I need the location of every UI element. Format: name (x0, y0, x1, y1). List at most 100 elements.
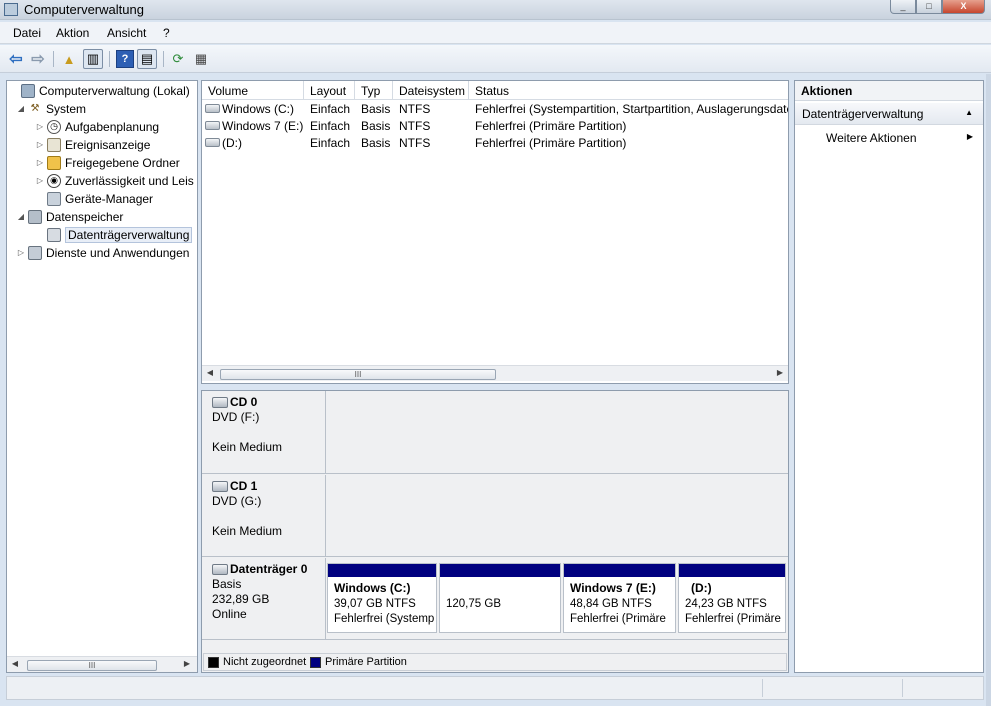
collapse-icon[interactable]: ◢ (16, 104, 26, 113)
tree-item-label: Zuverlässigkeit und Leis (65, 173, 194, 188)
disk-type: Basis (212, 577, 242, 591)
properties-icon[interactable]: ▦ (192, 50, 210, 68)
column-header-volume[interactable]: Volume (202, 81, 304, 100)
scroll-right-icon[interactable]: ▶ (774, 368, 786, 377)
hard-disk-icon (212, 564, 228, 575)
disk-row-cd0[interactable]: CD 0 DVD (F:) Kein Medium (202, 391, 788, 474)
computer-icon (21, 83, 35, 98)
cell-volume: Windows 7 (E:) (222, 119, 304, 133)
expand-icon[interactable]: ▷ (35, 158, 45, 167)
actions-header: Aktionen (795, 81, 983, 101)
tree-item-aufgabenplanung[interactable]: ▷ ◷ Aufgabenplanung (35, 118, 159, 135)
scroll-thumb[interactable]: III (27, 660, 157, 671)
drive-icon (205, 104, 220, 113)
expand-icon[interactable]: ▷ (35, 122, 45, 131)
actions-section-datentraegerverwaltung[interactable]: Datenträgerverwaltung ▲ (795, 103, 983, 125)
column-header-dateisystem[interactable]: Dateisystem (393, 81, 469, 100)
scroll-left-icon[interactable]: ◀ (204, 368, 216, 377)
table-row[interactable]: (D:) Einfach Basis NTFS Fehlerfrei (Prim… (202, 135, 788, 152)
menu-aktion[interactable]: Aktion (56, 26, 89, 40)
cell-typ: Basis (361, 136, 391, 150)
back-arrow-icon[interactable]: ⇦ (7, 50, 25, 68)
expand-icon[interactable]: ▷ (16, 248, 26, 257)
tree-item-system[interactable]: ◢ ⚒ System (16, 100, 86, 117)
partition-d[interactable]: (D:) 24,23 GB NTFS Fehlerfrei (Primäre (678, 563, 786, 633)
window-title: Computerverwaltung (24, 2, 144, 17)
cell-status: Fehlerfrei (Primäre Partition) (475, 136, 627, 150)
scroll-left-icon[interactable]: ◀ (9, 659, 21, 668)
cd-drive-icon (212, 397, 228, 408)
disk-row-cd1[interactable]: CD 1 DVD (G:) Kein Medium (202, 475, 788, 557)
cell-dateisystem: NTFS (399, 102, 431, 116)
menu-bar: Datei Aktion Ansicht ? (0, 22, 991, 44)
expand-icon[interactable]: ▷ (35, 176, 45, 185)
partition-bar (440, 564, 560, 577)
maximize-button[interactable]: □ (916, 0, 942, 14)
partition-name: Windows (C:) (334, 581, 411, 595)
partition-c[interactable]: Windows (C:) 39,07 GB NTFS Fehlerfrei (S… (327, 563, 437, 633)
cell-typ: Basis (361, 119, 391, 133)
disk-name: CD 0 (230, 395, 258, 409)
toolbar-separator (109, 51, 110, 67)
tree-item-datentraegerverwaltung[interactable]: Datenträgerverwaltung (35, 226, 193, 243)
expand-icon[interactable]: ▷ (35, 140, 45, 149)
refresh-icon[interactable]: ⟳ (169, 50, 187, 68)
show-hide-tree-icon[interactable]: ▥ (83, 49, 103, 69)
shared-folder-icon (47, 155, 61, 170)
tree-item-label: Aufgabenplanung (65, 119, 160, 134)
disk-size: 232,89 GB (212, 592, 270, 606)
menu-datei[interactable]: Datei (13, 26, 41, 40)
tree-item-ereignisanzeige[interactable]: ▷ Ereignisanzeige (35, 136, 150, 153)
disk-label[interactable]: Datenträger 0 Basis 232,89 GB Online (202, 558, 326, 639)
disk-row-disk0[interactable]: Datenträger 0 Basis 232,89 GB Online Win… (202, 558, 788, 640)
tree-item-label: Datenspeicher (46, 209, 124, 224)
tree-item-dienste-und-anwendungen[interactable]: ▷ Dienste und Anwendungen (16, 244, 189, 261)
scroll-right-icon[interactable]: ▶ (181, 659, 193, 668)
disk-area (327, 391, 788, 473)
partition-e[interactable]: Windows 7 (E:) 48,84 GB NTFS Fehlerfrei … (563, 563, 676, 633)
partition-name: (D:) (691, 581, 712, 595)
partition-legend: Nicht zugeordnet Primäre Partition (203, 653, 787, 671)
partition-name: Windows 7 (E:) (570, 581, 656, 595)
up-folder-icon[interactable]: ▲ (60, 50, 78, 68)
tree-item-datenspeicher[interactable]: ◢ Datenspeicher (16, 208, 123, 225)
scroll-thumb[interactable]: III (220, 369, 496, 380)
partition-unallocated[interactable]: 120,75 GB (439, 563, 561, 633)
disk-label[interactable]: CD 0 DVD (F:) Kein Medium (202, 391, 326, 473)
left-horizontal-scrollbar[interactable]: ◀ III ▶ (7, 656, 197, 672)
action-label: Weitere Aktionen (826, 131, 917, 145)
menu-ansicht[interactable]: Ansicht (107, 26, 146, 40)
disk-graphical-view: CD 0 DVD (F:) Kein Medium CD 1 DVD (G:) … (201, 390, 789, 673)
action-weitere-aktionen[interactable]: Weitere Aktionen ▶ (795, 129, 983, 147)
volume-list-horizontal-scrollbar[interactable]: ◀ III ▶ (202, 365, 788, 381)
collapse-up-icon[interactable]: ▲ (965, 108, 973, 117)
column-header-typ[interactable]: Typ (355, 81, 393, 100)
status-cell (762, 679, 763, 697)
tree-item-computerverwaltung[interactable]: Computerverwaltung (Lokal) (9, 82, 190, 99)
table-row[interactable]: Windows 7 (E:) Einfach Basis NTFS Fehler… (202, 118, 788, 135)
partition-bar (564, 564, 675, 577)
primary-partition-swatch (310, 657, 321, 668)
help-icon[interactable]: ? (116, 50, 134, 68)
close-button[interactable]: X (942, 0, 985, 14)
title-bar: Computerverwaltung _ □ X (0, 0, 991, 20)
tree-item-freigegebene-ordner[interactable]: ▷ Freigegebene Ordner (35, 154, 180, 171)
disk-label[interactable]: CD 1 DVD (G:) Kein Medium (202, 475, 326, 556)
clock-icon: ◷ (47, 119, 61, 134)
disk-type: DVD (F:) (212, 410, 260, 424)
tree-item-zuverlaessigkeit[interactable]: ▷ ◉ Zuverlässigkeit und Leis (35, 172, 194, 189)
menu-help[interactable]: ? (163, 26, 170, 40)
cell-status: Fehlerfrei (Systempartition, Startpartit… (475, 102, 789, 116)
collapse-icon[interactable]: ◢ (16, 212, 26, 221)
tree-item-label: Dienste und Anwendungen (46, 245, 190, 260)
event-viewer-icon (47, 137, 61, 152)
table-row[interactable]: Windows (C:) Einfach Basis NTFS Fehlerfr… (202, 101, 789, 118)
column-header-layout[interactable]: Layout (304, 81, 355, 100)
tree-item-geraete-manager[interactable]: Geräte-Manager (35, 190, 153, 207)
volume-list: Volume Layout Typ Dateisystem Status Win… (201, 80, 789, 384)
forward-arrow-icon[interactable]: ⇨ (29, 50, 47, 68)
show-hide-action-pane-icon[interactable]: ▤ (137, 49, 157, 69)
minimize-button[interactable]: _ (890, 0, 916, 14)
services-icon (28, 245, 42, 260)
column-header-status[interactable]: Status (469, 81, 788, 100)
